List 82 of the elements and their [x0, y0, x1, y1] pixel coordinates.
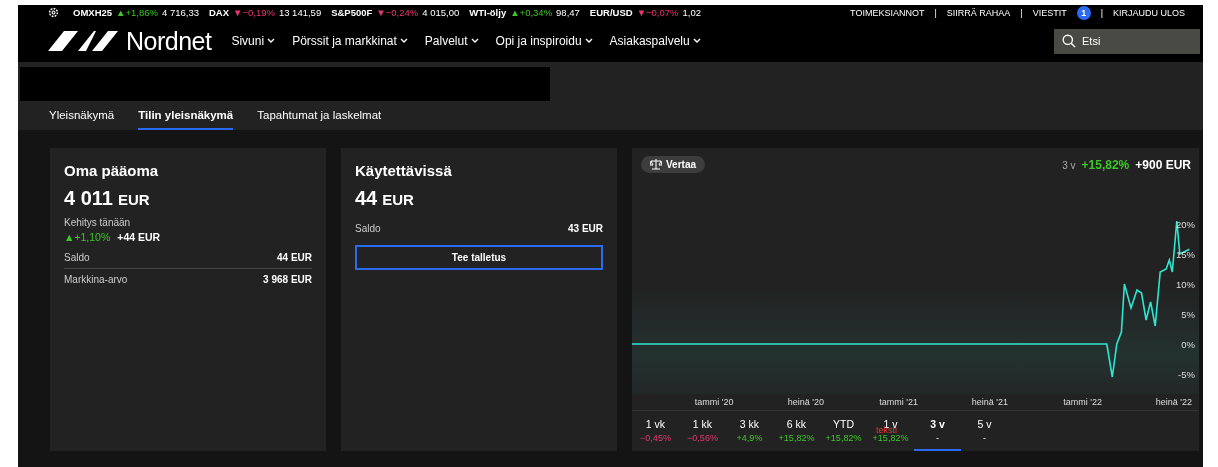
axis-label: heinä '22	[1155, 397, 1192, 407]
logo-icon[interactable]	[48, 31, 118, 51]
period-tab[interactable]: 3 v -	[914, 411, 961, 451]
period-tab[interactable]: 3 kk +4,9%	[726, 411, 773, 451]
top-link[interactable]: VIESTIT	[1032, 7, 1067, 18]
axis-label: tammi '22	[1063, 397, 1102, 407]
tab[interactable]: Tilin yleisnäkymä	[138, 109, 234, 130]
chevron-down-icon	[399, 38, 408, 44]
overlay-note: teksti	[876, 425, 897, 435]
card-title: Oma pääoma	[64, 162, 160, 179]
period-tab[interactable]: 1 kk −0,56%	[679, 411, 726, 451]
chevron-down-icon	[267, 38, 276, 44]
ticker-value: 98,47	[556, 7, 580, 18]
top-link[interactable]: KIRJAUDU ULOS	[1113, 7, 1185, 18]
ticker-change: ▼−0,19%	[233, 7, 275, 18]
ticker-change: ▲+1,86%	[116, 7, 158, 18]
ticker-change: ▲+0,34%	[510, 7, 553, 18]
brand-name[interactable]: Nordnet	[126, 26, 212, 56]
chevron-down-icon	[692, 38, 701, 44]
ticker-name[interactable]: DAX	[208, 7, 229, 18]
message-count-badge: 1	[1076, 5, 1091, 20]
settings-icon[interactable]	[48, 7, 59, 18]
axis-label: 15%	[1176, 249, 1195, 260]
compare-button[interactable]: Vertaa	[641, 156, 706, 173]
today-change: ▲+1,10%	[64, 231, 111, 243]
tab[interactable]: Yleisnäkymä	[49, 109, 115, 130]
axis-label: heinä '21	[971, 397, 1008, 407]
axis-label: 0%	[1181, 339, 1195, 350]
currency: EUR	[117, 191, 150, 208]
row-label: Saldo	[355, 223, 381, 234]
search-field[interactable]: Etsi	[1054, 28, 1200, 54]
period-tab[interactable]: YTD +15,82%	[820, 411, 867, 451]
top-link[interactable]: SIIRRÄ RAHAA	[946, 7, 1011, 18]
chevron-down-icon	[584, 38, 593, 44]
card-title: Käytettävissä	[355, 162, 453, 179]
axis-label: -5%	[1178, 369, 1195, 380]
row-value: 44 EUR	[277, 252, 312, 263]
row-label: Saldo	[64, 252, 90, 263]
axis-label: tammi '21	[879, 397, 918, 407]
today-amount: +44 EUR	[117, 231, 161, 243]
top-link[interactable]: TOIMEKSIANNOT	[850, 7, 925, 18]
link-separator: |	[1100, 7, 1103, 18]
period-tab[interactable]: 1 vk −0,45%	[632, 411, 679, 451]
ticker-change: ▼−0,07%	[636, 7, 679, 18]
tab[interactable]: Tapahtumat ja laskelmat	[257, 109, 382, 130]
ticker-name[interactable]: OMXH25	[73, 7, 113, 18]
available-amount: 44	[355, 187, 378, 210]
nav-menu[interactable]: Sivuni	[231, 34, 276, 48]
period-tab[interactable]: 1 v +15,82% teksti	[867, 411, 914, 451]
ticker-name[interactable]: WTI-öljy	[469, 7, 507, 18]
axis-label: tammi '20	[694, 397, 734, 407]
nav-menu[interactable]: Palvelut	[424, 34, 479, 48]
search-icon	[1062, 33, 1076, 48]
axis-label: heinä '20	[787, 397, 824, 407]
axis-label: 5%	[1181, 309, 1195, 320]
period-tab[interactable]: 6 kk +15,82%	[773, 411, 820, 451]
ticker-value: 13 141,59	[278, 7, 322, 18]
ticker-name[interactable]: EUR/USD	[589, 7, 633, 18]
row-label: Markkina-arvo	[64, 274, 128, 285]
scale-icon	[650, 159, 662, 170]
link-separator: |	[934, 7, 937, 18]
today-label: Kehitys tänään	[64, 217, 132, 228]
axis-label: 10%	[1176, 279, 1195, 290]
chevron-down-icon	[470, 38, 479, 44]
nav-menu[interactable]: Pörssit ja markkinat	[292, 34, 408, 48]
equity-amount: 4 011	[64, 187, 113, 210]
period-label: 3 v	[1062, 159, 1076, 171]
currency: EUR	[382, 191, 414, 208]
row-value: 43 EUR	[568, 223, 603, 234]
ticker-change: ▼−0,24%	[376, 7, 419, 18]
ticker-value: 4 716,33	[161, 7, 199, 18]
nav-menu[interactable]: Opi ja inspiroidu	[495, 34, 593, 48]
row-value: 3 968 EUR	[263, 274, 312, 285]
ticker-name[interactable]: S&P500F	[331, 7, 373, 18]
ticker-value: 4 015,00	[422, 7, 460, 18]
link-separator: |	[1020, 7, 1023, 18]
period-change: +15,82%	[1081, 157, 1130, 172]
period-tab[interactable]: 5 v -	[961, 411, 1008, 451]
ticker-value: 1,02	[682, 7, 701, 18]
nav-menu[interactable]: Asiakaspalvelu	[609, 34, 701, 48]
deposit-button[interactable]: Tee talletus	[355, 245, 603, 270]
period-amount: +900 EUR	[1135, 157, 1191, 172]
